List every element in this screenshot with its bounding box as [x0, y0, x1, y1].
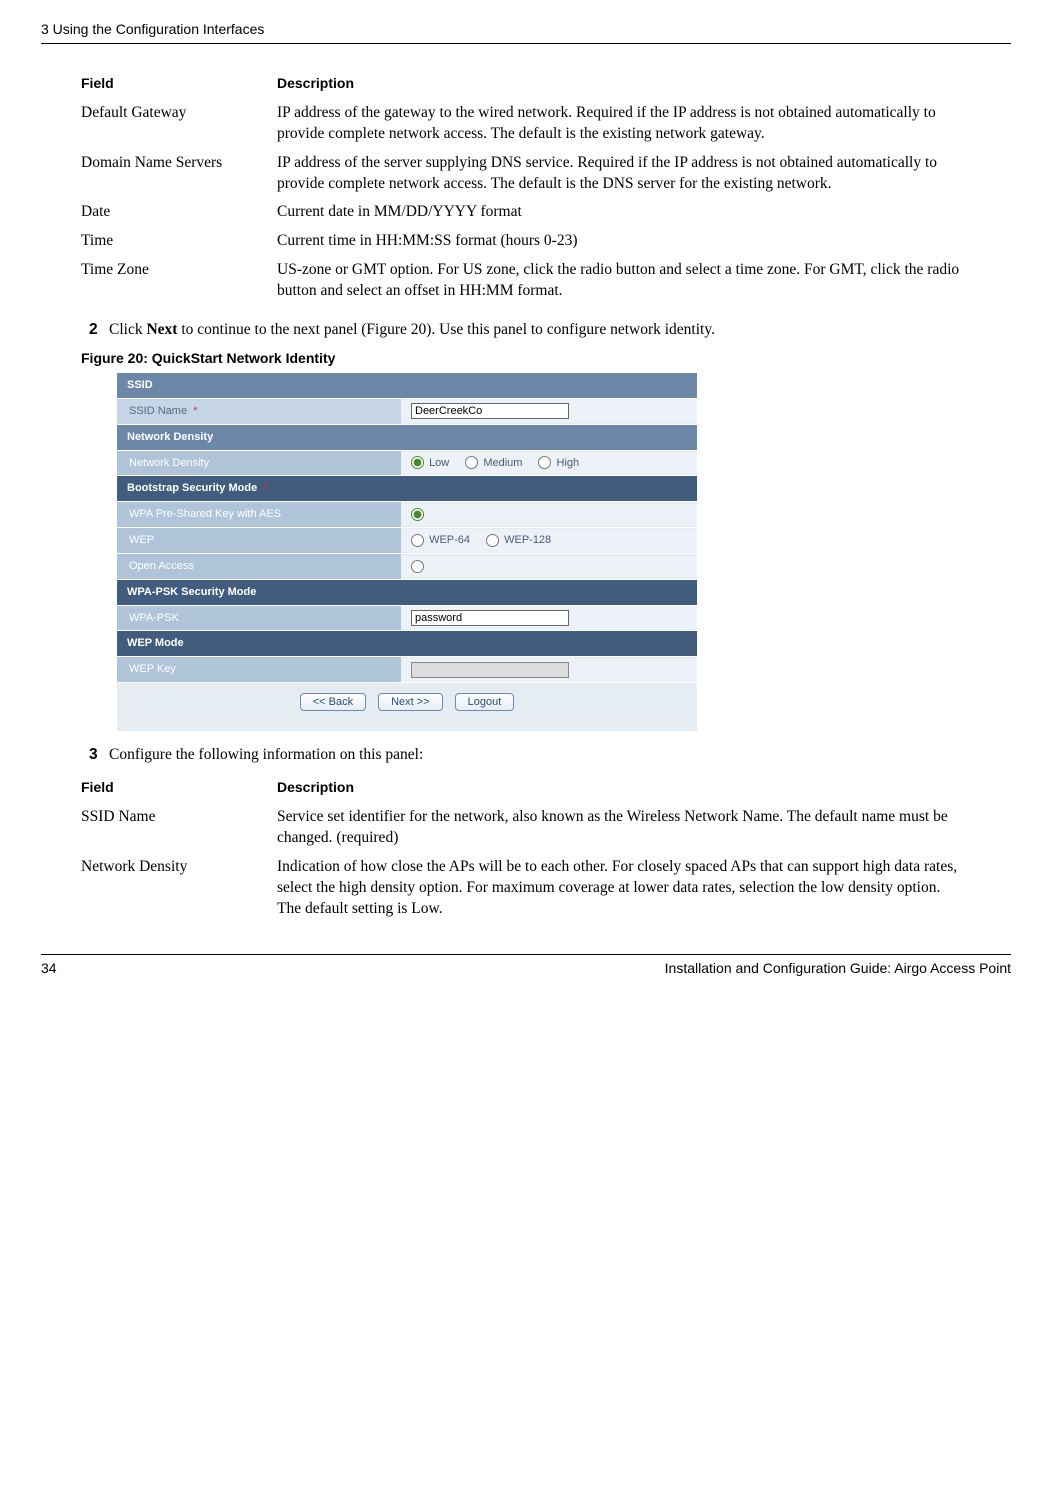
- table1-row4-desc: US-zone or GMT option. For US zone, clic…: [277, 256, 971, 306]
- ssid-name-cell: [401, 399, 697, 423]
- ssid-name-row: SSID Name *: [117, 398, 697, 424]
- table1-row0-field: Default Gateway: [81, 99, 277, 149]
- wpa-aes-row: WPA Pre-Shared Key with AES: [117, 501, 697, 527]
- density-low-label: Low: [429, 457, 449, 469]
- ssid-name-label-text: SSID Name: [129, 405, 187, 417]
- logout-button[interactable]: Logout: [455, 693, 515, 711]
- wep128-radio[interactable]: [486, 534, 499, 547]
- table-row: SSID NameService set identifier for the …: [81, 803, 971, 853]
- density-medium-option[interactable]: Medium: [465, 456, 522, 471]
- step-number: 2: [89, 320, 109, 341]
- wpa-psk-row: WPA-PSK: [117, 605, 697, 631]
- wep128-label: WEP-128: [504, 534, 551, 546]
- wep64-option[interactable]: WEP-64: [411, 533, 470, 548]
- back-button[interactable]: << Back: [300, 693, 366, 711]
- bootstrap-security-header-text: Bootstrap Security Mode: [127, 482, 257, 494]
- step-2-text: Click Next to continue to the next panel…: [109, 320, 715, 341]
- quickstart-panel: SSID SSID Name * Network Density Network…: [117, 372, 697, 731]
- page-running-header: 3 Using the Configuration Interfaces: [41, 20, 1011, 44]
- next-button[interactable]: Next >>: [378, 693, 443, 711]
- wpa-psk-label: WPA-PSK: [117, 606, 401, 631]
- table2-row1-field: Network Density: [81, 853, 277, 924]
- density-high-label: High: [557, 457, 580, 469]
- figure-20: SSID SSID Name * Network Density Network…: [81, 372, 971, 731]
- table-row: Time ZoneUS-zone or GMT option. For US z…: [81, 256, 971, 306]
- density-medium-radio[interactable]: [465, 456, 478, 469]
- page-content: Field Description Default GatewayIP addr…: [41, 70, 1011, 924]
- density-medium-label: Medium: [483, 457, 522, 469]
- step-2: 2 Click Next to continue to the next pan…: [89, 320, 971, 341]
- ssid-name-input[interactable]: [411, 403, 569, 419]
- page-number: 34: [41, 959, 57, 978]
- table1-row1-field: Domain Name Servers: [81, 149, 277, 199]
- open-access-label: Open Access: [117, 554, 401, 579]
- step2-part-a: Click: [109, 321, 146, 338]
- wpa-aes-label: WPA Pre-Shared Key with AES: [117, 502, 401, 527]
- table1-row1-desc: IP address of the server supplying DNS s…: [277, 149, 971, 199]
- table1-header-field: Field: [81, 70, 277, 99]
- network-density-options: Low Medium High: [401, 452, 697, 475]
- step-number: 3: [89, 745, 109, 766]
- table-row: DateCurrent date in MM/DD/YYYY format: [81, 198, 971, 227]
- wep-mode-header: WEP Mode: [117, 630, 697, 656]
- table2-header-field: Field: [81, 774, 277, 803]
- wpa-aes-radio[interactable]: [411, 508, 424, 521]
- network-density-header: Network Density: [117, 424, 697, 450]
- ssid-header: SSID: [117, 372, 697, 398]
- button-row: << Back Next >> Logout: [117, 682, 697, 711]
- table1-row0-desc: IP address of the gateway to the wired n…: [277, 99, 971, 149]
- wep-key-input: [411, 662, 569, 678]
- wpa-psk-header: WPA-PSK Security Mode: [117, 579, 697, 605]
- ssid-name-label: SSID Name *: [117, 399, 401, 424]
- required-asterisk-icon: *: [193, 405, 197, 417]
- wpa-psk-cell: [401, 606, 697, 630]
- density-low-radio[interactable]: [411, 456, 424, 469]
- footer-title: Installation and Configuration Guide: Ai…: [665, 959, 1011, 978]
- table2-row0-desc: Service set identifier for the network, …: [277, 803, 971, 853]
- wep64-label: WEP-64: [429, 534, 470, 546]
- table-row: Default GatewayIP address of the gateway…: [81, 99, 971, 149]
- field-description-table-2: Field Description SSID NameService set i…: [81, 774, 971, 924]
- open-access-radio[interactable]: [411, 560, 424, 573]
- table2-row1-desc: Indication of how close the APs will be …: [277, 853, 971, 924]
- wpa-aes-cell: [401, 504, 697, 525]
- wep-key-label: WEP Key: [117, 657, 401, 682]
- table1-row3-desc: Current time in HH:MM:SS format (hours 0…: [277, 227, 971, 256]
- wpa-psk-input[interactable]: [411, 610, 569, 626]
- network-density-row: Network Density Low Medium High: [117, 450, 697, 476]
- table1-row2-field: Date: [81, 198, 277, 227]
- page-footer: 34 Installation and Configuration Guide:…: [41, 954, 1011, 978]
- wep-options: WEP-64 WEP-128: [401, 529, 697, 552]
- wep-row: WEP WEP-64 WEP-128: [117, 527, 697, 553]
- wep-key-cell: [401, 658, 697, 682]
- table-row: Network DensityIndication of how close t…: [81, 853, 971, 924]
- density-low-option[interactable]: Low: [411, 456, 449, 471]
- required-asterisk-icon: *: [263, 482, 267, 494]
- table1-header-description: Description: [277, 70, 971, 99]
- table-row: Domain Name ServersIP address of the ser…: [81, 149, 971, 199]
- figure-caption: Figure 20: QuickStart Network Identity: [81, 349, 971, 368]
- table2-header-description: Description: [277, 774, 971, 803]
- step2-part-c: to continue to the next panel (Figure 20…: [177, 321, 715, 338]
- open-access-row: Open Access: [117, 553, 697, 579]
- density-high-option[interactable]: High: [538, 456, 579, 471]
- table1-row2-desc: Current date in MM/DD/YYYY format: [277, 198, 971, 227]
- wep-label: WEP: [117, 528, 401, 553]
- table1-row4-field: Time Zone: [81, 256, 277, 306]
- network-density-label: Network Density: [117, 451, 401, 476]
- table1-row3-field: Time: [81, 227, 277, 256]
- density-high-radio[interactable]: [538, 456, 551, 469]
- step-3: 3 Configure the following information on…: [89, 745, 971, 766]
- open-access-cell: [401, 556, 697, 577]
- bootstrap-security-header: Bootstrap Security Mode *: [117, 475, 697, 501]
- wep-key-row: WEP Key: [117, 656, 697, 682]
- table-row: TimeCurrent time in HH:MM:SS format (hou…: [81, 227, 971, 256]
- wep128-option[interactable]: WEP-128: [486, 533, 551, 548]
- wep64-radio[interactable]: [411, 534, 424, 547]
- table2-row0-field: SSID Name: [81, 803, 277, 853]
- step-3-text: Configure the following information on t…: [109, 745, 423, 766]
- field-description-table-1: Field Description Default GatewayIP addr…: [81, 70, 971, 306]
- step2-bold: Next: [146, 321, 177, 338]
